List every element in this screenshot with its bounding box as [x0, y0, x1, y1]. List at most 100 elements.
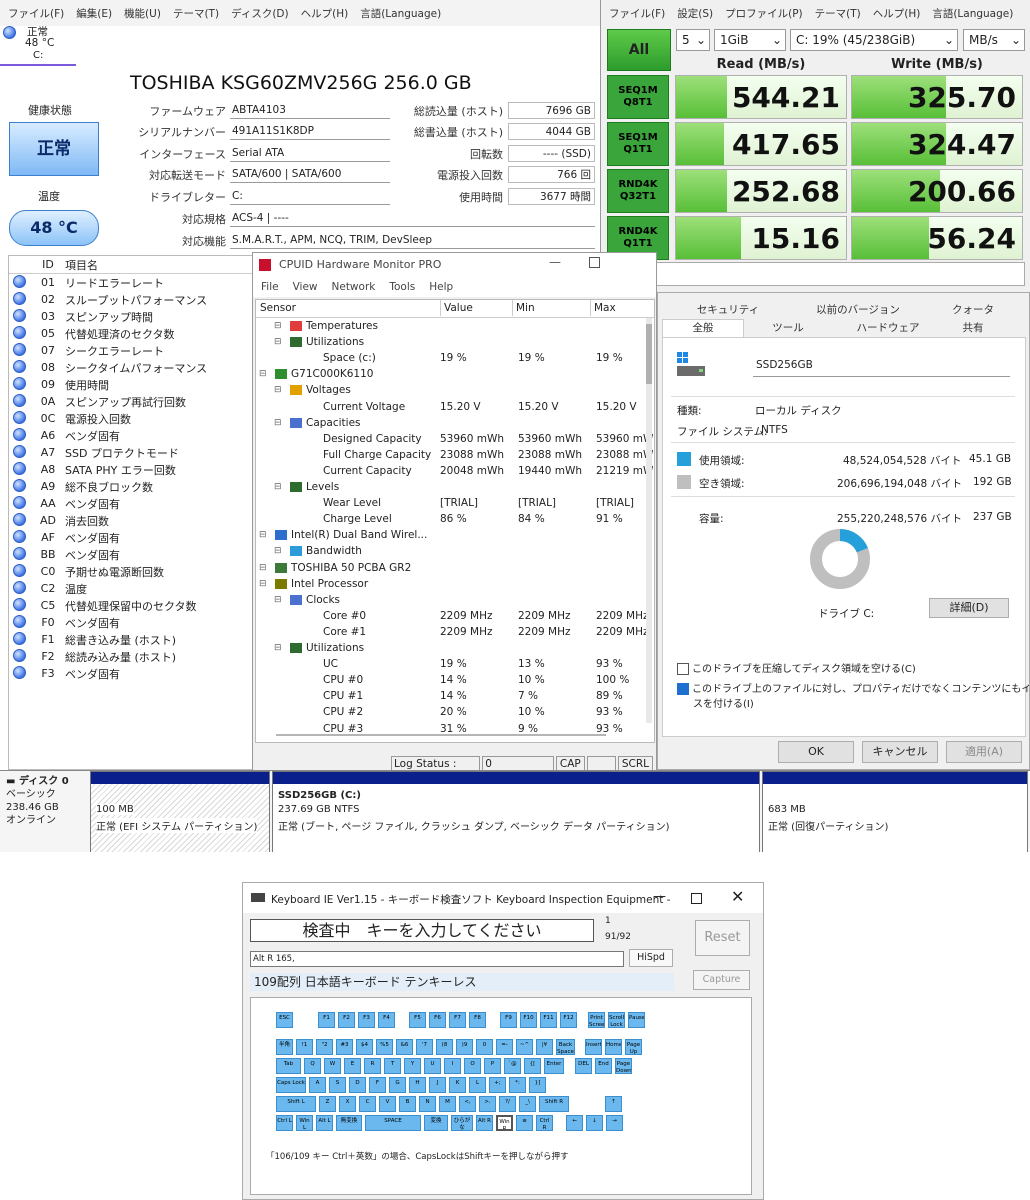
smart-row[interactable]: BB ベンダ固有	[9, 546, 259, 563]
hwm-row[interactable]: ⊟ TOSHIBA 50 PCBA GR2	[256, 560, 654, 576]
hwm-col-min[interactable]: Min	[512, 300, 586, 316]
health-status-button[interactable]: 正常	[9, 122, 99, 176]
smart-row[interactable]: 0C 電源投入回数	[9, 410, 259, 427]
smart-row[interactable]: C5 代替処理保留中のセクタ数	[9, 597, 259, 614]
minimize-icon[interactable]: —	[549, 255, 561, 269]
minimize-icon[interactable]: —	[653, 889, 666, 904]
cdm-menu-item[interactable]: テーマ(T)	[815, 6, 861, 21]
hwm-menu-item[interactable]: Tools	[389, 281, 415, 293]
hwm-row[interactable]: ⊟ Temperatures	[256, 318, 654, 334]
expand-toggle-icon[interactable]: ⊟	[259, 527, 267, 543]
hwm-menu-item[interactable]: File	[261, 281, 279, 293]
cdi-menu-item[interactable]: 編集(E)	[76, 6, 112, 21]
hwm-row[interactable]: Current Voltage 15.20 V 15.20 V 15.20 V	[256, 399, 654, 415]
cdm-menu-item[interactable]: プロファイル(P)	[725, 6, 803, 21]
close-icon[interactable]: ✕	[731, 887, 744, 906]
smart-row[interactable]: F2 総読み込み量 (ホスト)	[9, 648, 259, 665]
details-button[interactable]: 詳細(D)	[929, 598, 1009, 618]
cdi-menu-item[interactable]: 言語(Language)	[360, 6, 441, 21]
smart-row[interactable]: 05 代替処理済のセクタ数	[9, 325, 259, 342]
tab-previous-versions[interactable]: 以前のバージョン	[808, 302, 908, 317]
hwm-row[interactable]: CPU #0 14 % 10 % 100 %	[256, 672, 654, 688]
hwm-row[interactable]: Wear Level [TRIAL] [TRIAL] [TRIAL]	[256, 495, 654, 511]
smart-row[interactable]: F1 総書き込み量 (ホスト)	[9, 631, 259, 648]
expand-toggle-icon[interactable]: ⊟	[274, 543, 282, 559]
hwm-row[interactable]: ⊟ Bandwidth	[256, 543, 654, 559]
expand-toggle-icon[interactable]: ⊟	[259, 576, 267, 592]
cdm-unit-select[interactable]: MB/s ⌄	[963, 29, 1025, 51]
hwm-col-max[interactable]: Max	[590, 300, 616, 316]
hwm-row[interactable]: Current Capacity 20048 mWh 19440 mWh 21219 …	[256, 463, 654, 479]
cdm-count-select[interactable]: 5 ⌄	[676, 29, 710, 51]
hwm-scrollbar[interactable]	[646, 318, 652, 723]
expand-toggle-icon[interactable]: ⊟	[274, 382, 282, 398]
smart-row[interactable]: AF ベンダ固有	[9, 529, 259, 546]
smart-row[interactable]: C2 温度	[9, 580, 259, 597]
hwm-row[interactable]: UC 19 % 13 % 93 %	[256, 656, 654, 672]
hwm-col-value[interactable]: Value	[440, 300, 514, 316]
hwm-row[interactable]: Full Charge Capacity 23088 mWh 23088 mWh 23…	[256, 447, 654, 463]
hwm-row[interactable]: Core #0 2209 MHz 2209 MHz 2209 MHz	[256, 608, 654, 624]
reset-button[interactable]: Reset	[695, 920, 750, 956]
smart-row[interactable]: F3 ベンダ固有	[9, 665, 259, 682]
maximize-icon[interactable]	[589, 257, 600, 268]
smart-row[interactable]: A8 SATA PHY エラー回数	[9, 461, 259, 478]
smart-row[interactable]: F0 ベンダ固有	[9, 614, 259, 631]
smart-row[interactable]: 01 リードエラーレート	[9, 274, 259, 292]
cdm-menu-item[interactable]: ファイル(F)	[609, 6, 665, 21]
smart-row[interactable]: A6 ベンダ固有	[9, 427, 259, 444]
cdm-menu-item[interactable]: ヘルプ(H)	[873, 6, 921, 21]
smart-row[interactable]: 09 使用時間	[9, 376, 259, 393]
compress-checkbox[interactable]	[677, 663, 689, 675]
hwm-row[interactable]: CPU #1 14 % 7 % 89 %	[256, 688, 654, 704]
expand-toggle-icon[interactable]: ⊟	[274, 479, 282, 495]
smart-row[interactable]: AD 消去回数	[9, 512, 259, 529]
hwm-row[interactable]: Space (c:) 19 % 19 % 19 %	[256, 350, 654, 366]
smart-row[interactable]: 0A スピンアップ再試行回数	[9, 393, 259, 410]
expand-toggle-icon[interactable]: ⊟	[259, 560, 267, 576]
cdm-test-button[interactable]: RND4K Q32T1	[607, 169, 669, 213]
hwm-row[interactable]: ⊟ Voltages	[256, 382, 654, 398]
cdi-menu-item[interactable]: ファイル(F)	[8, 6, 64, 21]
hwm-row[interactable]: ⊟ Intel Processor	[256, 576, 654, 592]
partition-c[interactable]: SSD256GB (C:) 237.69 GB NTFS 正常 (ブート, ペー…	[272, 771, 760, 852]
cdm-all-button[interactable]: All	[607, 29, 671, 71]
cdm-test-button[interactable]: SEQ1M Q1T1	[607, 122, 669, 166]
smart-row[interactable]: 02 スループットパフォーマンス	[9, 291, 259, 308]
expand-toggle-icon[interactable]: ⊟	[274, 640, 282, 656]
cdm-comment-field[interactable]	[607, 262, 1025, 286]
tab-hardware[interactable]: ハードウェア	[853, 320, 923, 335]
tab-sharing[interactable]: 共有	[948, 320, 998, 335]
apply-button[interactable]: 適用(A)	[946, 741, 1022, 763]
hwm-menu-item[interactable]: View	[293, 281, 318, 293]
cdm-menu-item[interactable]: 設定(S)	[677, 6, 713, 21]
ok-button[interactable]: OK	[778, 741, 854, 763]
hwm-row[interactable]: Core #1 2209 MHz 2209 MHz 2209 MHz	[256, 624, 654, 640]
index-checkbox-checked[interactable]	[677, 683, 689, 695]
maximize-icon[interactable]	[691, 893, 702, 904]
tab-general[interactable]: 全般	[662, 319, 744, 338]
expand-toggle-icon[interactable]: ⊟	[259, 366, 267, 382]
cdi-menu-item[interactable]: ディスク(D)	[231, 6, 289, 21]
hwm-hscrollbar[interactable]	[276, 734, 606, 736]
hwm-row[interactable]: ⊟ G71C000K6110	[256, 366, 654, 382]
smart-row[interactable]: 03 スピンアップ時間	[9, 308, 259, 325]
cdm-test-button[interactable]: SEQ1M Q8T1	[607, 75, 669, 119]
hwm-row[interactable]: Charge Level 86 % 84 % 91 %	[256, 511, 654, 527]
hwm-row[interactable]: ⊟ Clocks	[256, 592, 654, 608]
hwm-row[interactable]: ⊟ Levels	[256, 479, 654, 495]
hwm-col-sensor[interactable]: Sensor	[260, 300, 296, 316]
partition-efi[interactable]: 100 MB 正常 (EFI システム パーティション)	[90, 771, 270, 852]
tab-security[interactable]: セキュリティ	[688, 302, 768, 317]
cdm-menu-item[interactable]: 言語(Language)	[932, 6, 1013, 21]
hwm-menu-item[interactable]: Network	[332, 281, 376, 293]
smart-row[interactable]: 07 シークエラーレート	[9, 342, 259, 359]
hwm-row[interactable]: ⊟ Utilizations	[256, 334, 654, 350]
hispd-button[interactable]: HiSpd	[629, 949, 673, 967]
cdi-menu-item[interactable]: ヘルプ(H)	[301, 6, 349, 21]
partition-recovery[interactable]: 683 MB 正常 (回復パーティション)	[762, 771, 1028, 852]
hwm-row[interactable]: Designed Capacity 53960 mWh 53960 mWh 53960…	[256, 431, 654, 447]
smart-row[interactable]: A9 総不良ブロック数	[9, 478, 259, 495]
cdm-drive-select[interactable]: C: 19% (45/238GiB) ⌄	[790, 29, 958, 51]
cdm-size-select[interactable]: 1GiB ⌄	[714, 29, 786, 51]
